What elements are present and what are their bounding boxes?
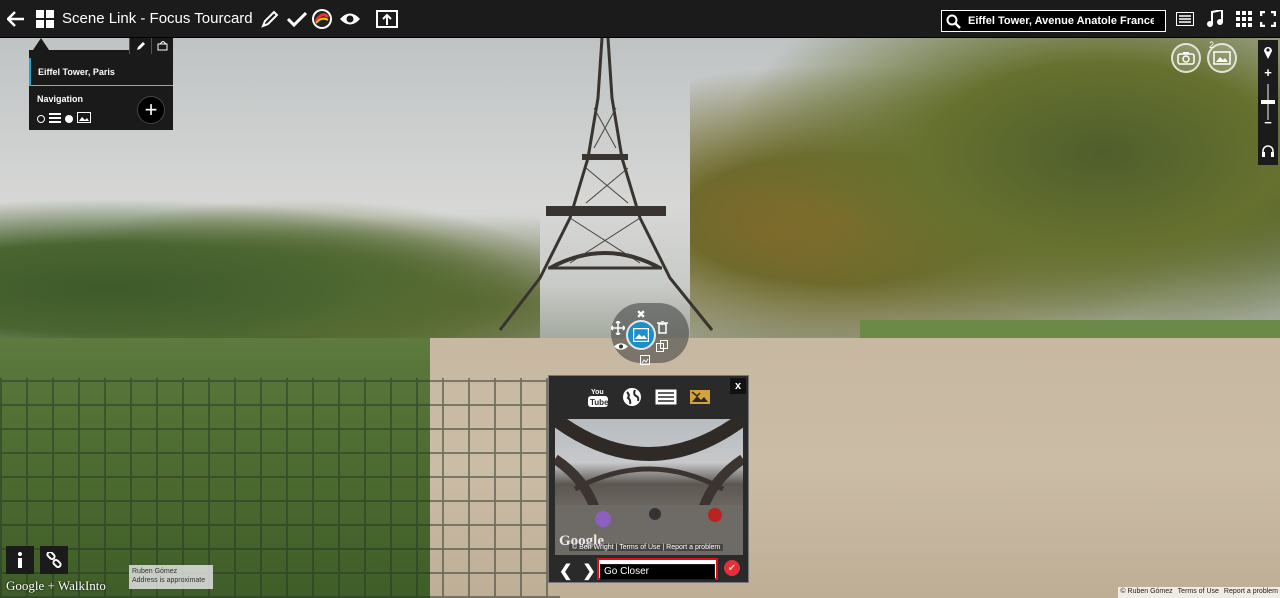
author-chip: Ruben Gómez Address is approximate <box>129 565 213 589</box>
attribution-terms-link[interactable]: Terms of Use <box>1178 588 1219 597</box>
preview-eye-icon[interactable] <box>614 339 628 353</box>
title-field-wrapper <box>597 558 718 580</box>
page-title: Scene Link - Focus Tourcard <box>62 10 253 27</box>
zoom-in-button[interactable]: + <box>1260 64 1276 80</box>
tourcard-title-input[interactable] <box>600 563 715 580</box>
photo-count-badge: 2 <box>1209 40 1215 50</box>
panel-pointer <box>33 38 49 50</box>
navigation-options <box>37 110 91 128</box>
eiffel-tower <box>498 38 714 331</box>
back-arrow-icon[interactable] <box>6 6 26 32</box>
youtube-icon[interactable]: You Tube <box>587 386 609 408</box>
globe-icon[interactable] <box>621 386 643 408</box>
dot-icon[interactable] <box>65 115 73 123</box>
scene-settings-icon[interactable] <box>151 38 173 54</box>
search-icon[interactable] <box>942 14 964 29</box>
scene-name[interactable]: Eiffel Tower, Paris <box>29 58 173 86</box>
map-pin-icon[interactable] <box>1260 44 1276 60</box>
prev-arrow-icon[interactable]: ❮ <box>559 561 572 581</box>
map-attribution: © Ruben Gómez Terms of Use Report a prob… <box>1118 587 1280 598</box>
search-input[interactable] <box>964 11 1154 31</box>
apps-grid-icon[interactable] <box>1235 6 1253 32</box>
image-tab-icon[interactable] <box>689 386 711 408</box>
hotspot-type-icon[interactable] <box>638 353 652 367</box>
checkmark-icon[interactable] <box>286 6 308 32</box>
scene-panel: Eiffel Tower, Paris Navigation + <box>29 38 173 130</box>
duplicate-icon[interactable] <box>655 339 669 353</box>
image-icon[interactable] <box>77 110 91 128</box>
music-icon[interactable] <box>1206 6 1224 32</box>
preview-attribution: © Ben Wright | Terms of Use | Report a p… <box>569 544 724 551</box>
preview-terms-link[interactable]: Terms of Use <box>619 544 660 551</box>
confirm-check-icon[interactable]: ✔ <box>724 560 740 576</box>
youtube-icon-text-tube: Tube <box>590 398 609 407</box>
grid-icon[interactable] <box>35 6 55 32</box>
navigation-label: Navigation <box>37 94 84 104</box>
preview-copyright: © Ben Wright <box>572 544 614 551</box>
hotspot-image-icon[interactable] <box>626 320 656 350</box>
trash-icon[interactable] <box>655 320 669 334</box>
edit-scene-icon[interactable] <box>129 38 151 54</box>
fullscreen-icon[interactable] <box>1259 6 1277 32</box>
zoom-out-button[interactable]: − <box>1260 114 1276 130</box>
author-note: Address is approximate <box>132 577 206 585</box>
top-toolbar: Scene Link - Focus Tourcard <box>0 0 1280 38</box>
streetview-preview[interactable]: Google © Ben Wright | Terms of Use | Rep… <box>555 419 743 555</box>
menu-icon[interactable] <box>49 110 61 128</box>
pencil-icon[interactable] <box>260 6 280 32</box>
list-icon[interactable] <box>1175 6 1195 32</box>
close-popup-button[interactable]: x <box>730 378 746 394</box>
close-hotspot-icon[interactable]: ✖ <box>634 307 648 321</box>
scene-edit-tabs <box>129 38 173 54</box>
next-arrow-icon[interactable]: ❯ <box>582 561 595 581</box>
link-icon[interactable] <box>40 546 68 574</box>
color-palette-icon[interactable] <box>310 6 334 32</box>
author-name: Ruben Gómez <box>132 568 178 575</box>
radio-dot-icon[interactable] <box>37 115 45 123</box>
location-search <box>941 10 1166 32</box>
publish-icon[interactable] <box>375 6 399 32</box>
info-icon[interactable] <box>6 546 34 574</box>
text-icon[interactable] <box>655 386 677 408</box>
trees-left <box>0 198 540 348</box>
preview-report-link[interactable]: Report a problem <box>666 544 720 551</box>
youtube-icon-text-you: You <box>591 389 604 396</box>
popup-tabs: You Tube <box>587 386 711 408</box>
attribution-copyright: © Ruben Gómez <box>1120 588 1173 595</box>
add-navigation-button[interactable]: + <box>137 96 165 124</box>
move-icon[interactable] <box>611 321 625 335</box>
headphones-icon[interactable] <box>1258 140 1278 162</box>
brand-logo: Google + WalkInto <box>6 578 106 593</box>
camera-icon[interactable] <box>1171 43 1201 73</box>
trees-right <box>690 38 1280 368</box>
eye-icon[interactable] <box>338 6 362 32</box>
attribution-report-link[interactable]: Report a problem <box>1224 588 1278 597</box>
tourcard-popup: x You Tube Google © Ben Wright | Terms of… <box>548 375 749 583</box>
fence <box>0 378 560 598</box>
preview-nav: ❮ ❯ <box>559 561 596 581</box>
zoom-slider-thumb[interactable] <box>1261 100 1275 104</box>
